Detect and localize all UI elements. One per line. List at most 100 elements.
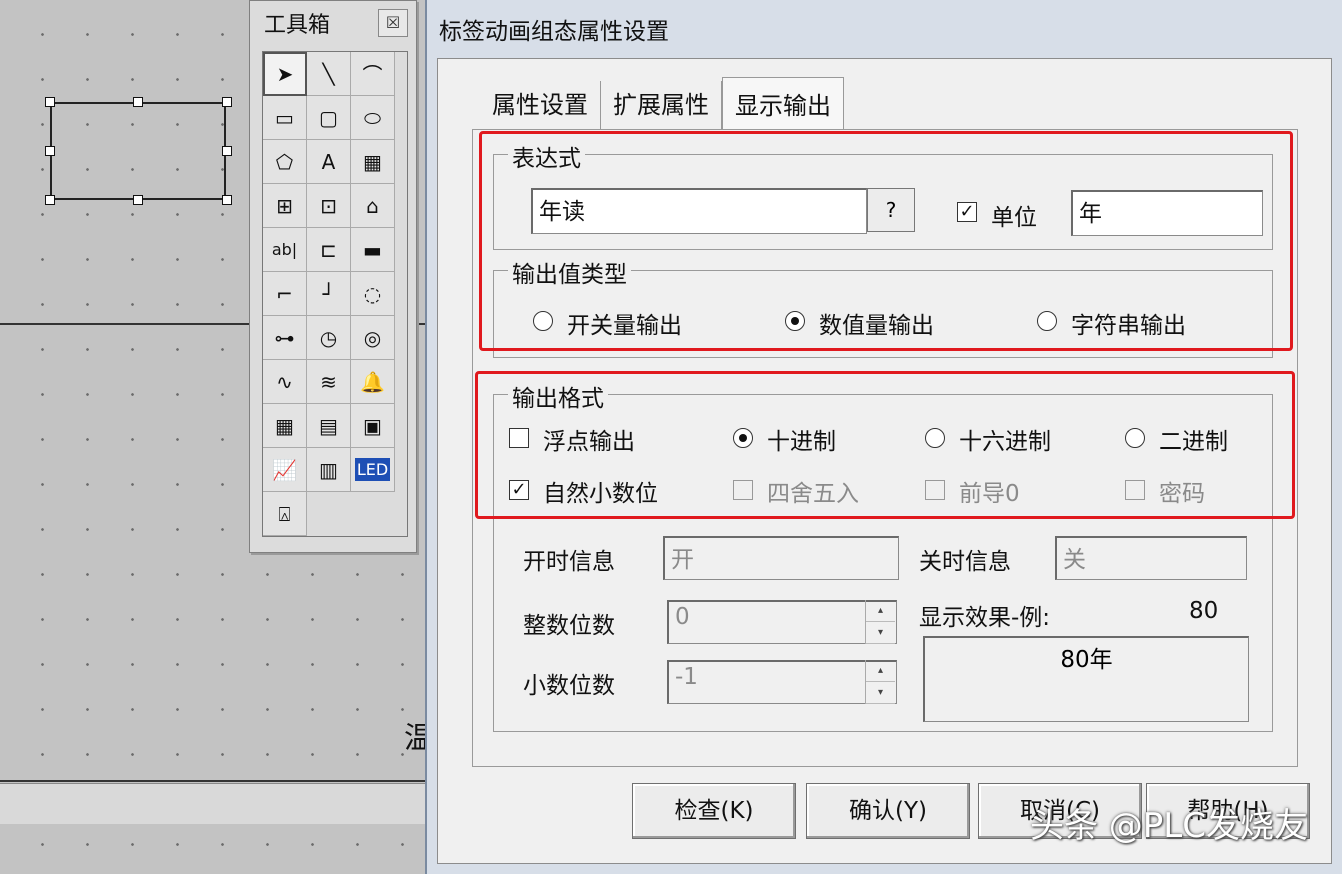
off-info-input[interactable]: 关 xyxy=(1055,536,1247,580)
symbol-lib2-tool-button[interactable]: ⊡ xyxy=(307,184,351,228)
history-curve-tool-icon: ≋ xyxy=(320,369,337,394)
confirm-button[interactable]: 确认(Y) xyxy=(806,783,970,839)
spin-down-icon[interactable]: ▾ xyxy=(866,622,895,644)
spin-up-icon[interactable]: ▴ xyxy=(866,600,895,622)
tab-display-output[interactable]: 显示输出 xyxy=(722,77,844,130)
pipe-tool-button[interactable]: ⊶ xyxy=(263,316,307,360)
alarm-bell-tool-icon: ⍓ xyxy=(278,501,291,526)
preview-display-box: 80年 xyxy=(923,636,1249,722)
int-digits-label: 整数位数 xyxy=(523,613,615,639)
rounded-rect-tool-icon: ▢ xyxy=(319,105,338,130)
report-tool-button[interactable]: ▤ xyxy=(307,404,351,448)
rotate-tool-button[interactable]: ◎ xyxy=(351,316,395,360)
selected-label-element[interactable] xyxy=(50,102,226,200)
text-tool-icon: A xyxy=(321,149,336,174)
bitmap-tool-icon: ▦ xyxy=(363,149,382,174)
form-tool-button[interactable]: ▥ xyxy=(307,448,351,492)
table-tool-button[interactable]: ▦ xyxy=(263,404,307,448)
spin-down-icon[interactable]: ▾ xyxy=(866,682,895,704)
gauge-tool-icon: ◷ xyxy=(319,325,338,350)
dec-digits-value: -1 xyxy=(675,664,698,690)
off-info-label: 关时信息 xyxy=(919,549,1011,575)
report-tool-icon: ▤ xyxy=(319,413,338,438)
history-curve-tool-button[interactable]: ≋ xyxy=(307,360,351,404)
home-tool-button[interactable]: ⌂ xyxy=(351,184,395,228)
symbol-lib-tool-button[interactable]: ⊞ xyxy=(263,184,307,228)
resize-handle-e[interactable] xyxy=(222,146,232,156)
dialog-title: 标签动画组态属性设置 xyxy=(439,19,669,45)
animation-button-tool-icon: ▬ xyxy=(363,237,382,262)
resize-handle-s[interactable] xyxy=(133,195,143,205)
tab-property-settings[interactable]: 属性设置 xyxy=(480,81,601,129)
pointer-tool-button[interactable]: ➤ xyxy=(263,52,307,96)
dec-digits-spin[interactable]: ▴ ▾ xyxy=(865,660,895,704)
watermark-text: 头条 @PLC发烧友 xyxy=(1030,806,1308,846)
alarm-tool-icon: 🔔 xyxy=(360,369,385,394)
preview-label: 显示效果-例: xyxy=(919,605,1051,631)
polygon-tool-button[interactable]: ⬠ xyxy=(263,140,307,184)
text-tool-button[interactable]: A xyxy=(307,140,351,184)
alarm-bell-tool-button[interactable]: ⍓ xyxy=(263,492,307,536)
on-info-label: 开时信息 xyxy=(523,549,615,575)
toolbox-close-button[interactable]: ☒ xyxy=(378,9,408,37)
int-digits-stepper[interactable]: 0 xyxy=(667,600,897,644)
dialog-body: 属性设置 扩展属性 显示输出 表达式 年读 ? ✓ 单位 年 输出值类型 开关量… xyxy=(437,58,1332,864)
input-box-tool-button[interactable]: ab| xyxy=(263,228,307,272)
polygon-tool-icon: ⬠ xyxy=(275,149,294,174)
canvas-status-strip xyxy=(0,783,430,824)
flow-line-tool-button[interactable]: ⌐ xyxy=(263,272,307,316)
resize-handle-n[interactable] xyxy=(133,97,143,107)
preview-result: 80年 xyxy=(1060,647,1113,673)
led-tool-button[interactable]: LED xyxy=(351,448,395,492)
purple-chart-tool-button[interactable]: 📈 xyxy=(263,448,307,492)
input-box-tool-icon: ab| xyxy=(271,240,298,259)
int-digits-value: 0 xyxy=(675,604,690,630)
trend-chart-tool-icon: ∿ xyxy=(276,369,293,394)
symbol-lib2-tool-icon: ⊡ xyxy=(320,193,337,218)
storage-tool-icon: ▣ xyxy=(363,413,382,438)
rectangle-tool-icon: ▭ xyxy=(275,105,294,130)
slider-tool-icon: ⊏ xyxy=(320,237,337,262)
led-tool-icon: LED xyxy=(354,458,391,481)
preview-example-value: 80 xyxy=(1189,598,1219,624)
storage-tool-button[interactable]: ▣ xyxy=(351,404,395,448)
check-button[interactable]: 检查(K) xyxy=(632,783,796,839)
dec-digits-stepper[interactable]: -1 xyxy=(667,660,897,704)
tab-extended-properties[interactable]: 扩展属性 xyxy=(601,81,722,129)
dec-digits-label: 小数位数 xyxy=(523,673,615,699)
flow-line-tool-icon: ⌐ xyxy=(276,281,293,306)
resize-handle-nw[interactable] xyxy=(45,97,55,107)
resize-handle-w[interactable] xyxy=(45,146,55,156)
on-info-input[interactable]: 开 xyxy=(663,536,899,580)
trend-chart-tool-button[interactable]: ∿ xyxy=(263,360,307,404)
form-tool-icon: ▥ xyxy=(319,457,338,482)
line-tool-button[interactable]: ╲ xyxy=(307,52,351,96)
step-line-tool-button[interactable]: ┘ xyxy=(307,272,351,316)
label-animation-dialog: 标签动画组态属性设置 属性设置 扩展属性 显示输出 表达式 年读 ? ✓ 单位 … xyxy=(425,0,1342,874)
ring-tool-icon: ◌ xyxy=(363,281,382,306)
rectangle-tool-button[interactable]: ▭ xyxy=(263,96,307,140)
bitmap-tool-button[interactable]: ▦ xyxy=(351,140,395,184)
spin-up-icon[interactable]: ▴ xyxy=(866,660,895,682)
ellipse-tool-icon: ⬭ xyxy=(363,105,382,130)
ellipse-tool-button[interactable]: ⬭ xyxy=(351,96,395,140)
resize-handle-se[interactable] xyxy=(222,195,232,205)
resize-handle-sw[interactable] xyxy=(45,195,55,205)
symbol-lib-tool-icon: ⊞ xyxy=(276,193,293,218)
tab-strip: 属性设置 扩展属性 显示输出 xyxy=(480,77,844,131)
resize-handle-ne[interactable] xyxy=(222,97,232,107)
toolbox-tool-grid: ➤ ╲ ⌒ ▭ ▢ ⬭ ⬠ A ▦ ⊞ ⊡ ⌂ ab| ⊏ ▬ ⌐ ┘ ◌ ⊶ ◷ ◎ ∿ ≋ 🔔 ▦ ▤ ▣ 📈 ▥ LED ⍓ xyxy=(262,51,408,537)
slider-tool-button[interactable]: ⊏ xyxy=(307,228,351,272)
table-tool-icon: ▦ xyxy=(275,413,294,438)
alarm-tool-button[interactable]: 🔔 xyxy=(351,360,395,404)
animation-button-tool-button[interactable]: ▬ xyxy=(351,228,395,272)
annotation-box-expression xyxy=(479,131,1293,351)
annotation-box-format xyxy=(475,371,1295,519)
int-digits-spin[interactable]: ▴ ▾ xyxy=(865,600,895,644)
rounded-rect-tool-button[interactable]: ▢ xyxy=(307,96,351,140)
pipe-tool-icon: ⊶ xyxy=(274,325,295,350)
gauge-tool-button[interactable]: ◷ xyxy=(307,316,351,360)
arc-tool-button[interactable]: ⌒ xyxy=(351,52,395,96)
pointer-tool-icon: ➤ xyxy=(276,62,294,86)
ring-tool-button[interactable]: ◌ xyxy=(351,272,395,316)
